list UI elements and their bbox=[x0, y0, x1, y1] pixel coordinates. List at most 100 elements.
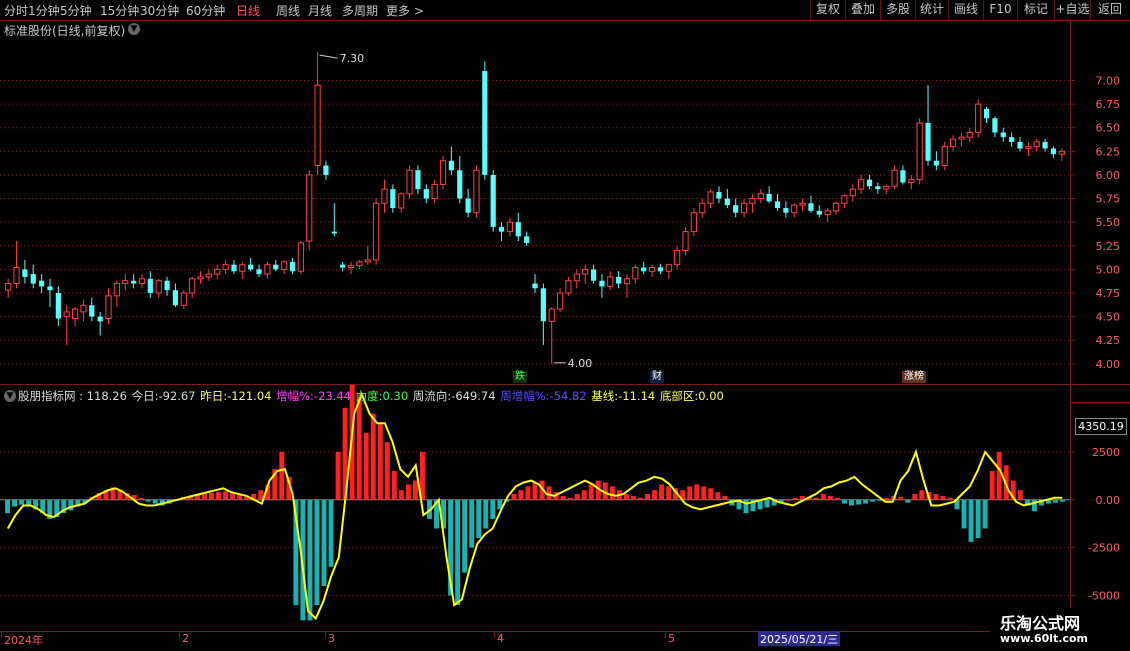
candle-body bbox=[548, 308, 555, 322]
indicator-bar bbox=[567, 497, 573, 500]
indicator-bar bbox=[623, 494, 629, 500]
candle-body bbox=[214, 268, 221, 275]
indicator-bar bbox=[490, 499, 496, 519]
candle-body bbox=[556, 292, 564, 310]
indicator-bar bbox=[476, 499, 482, 539]
candle-body bbox=[799, 202, 806, 206]
indicator-bar bbox=[384, 442, 390, 500]
indicator-bar bbox=[377, 423, 383, 500]
indicator-bar bbox=[398, 490, 404, 500]
indicator-bar bbox=[940, 495, 946, 500]
event-tag[interactable]: 涨榜 bbox=[902, 371, 926, 383]
candle-body bbox=[506, 221, 514, 233]
date-tick bbox=[665, 632, 666, 638]
candle-body bbox=[55, 293, 61, 319]
chevron-down-icon[interactable]: ▼ bbox=[4, 390, 16, 402]
indicator-bar bbox=[469, 499, 475, 548]
candle-body bbox=[364, 259, 371, 263]
candle-body bbox=[783, 208, 789, 213]
candle-body bbox=[289, 261, 296, 272]
indicator-axis-label: 2500 bbox=[1092, 446, 1120, 459]
kline-chart[interactable]: 7.00 6.75 6.50 6.25 6.00 5.75 5.50 5.25 5.00 4.75… bbox=[0, 0, 1130, 650]
indicator-bar bbox=[356, 394, 362, 500]
indicator-bar bbox=[532, 482, 538, 500]
candle-body bbox=[323, 165, 329, 175]
price-axis-label: 6.50 bbox=[1096, 122, 1121, 135]
candle-body bbox=[849, 188, 856, 197]
candle-body bbox=[415, 170, 421, 190]
candle-body bbox=[473, 169, 480, 214]
candle-body bbox=[13, 267, 20, 285]
candle-body bbox=[347, 265, 355, 269]
candle-body bbox=[891, 169, 898, 187]
indicator-bar bbox=[645, 494, 650, 500]
candle-body bbox=[180, 292, 187, 306]
candle-body bbox=[875, 186, 881, 190]
indicator-bar bbox=[975, 499, 981, 539]
date-axis: 2024年 2 3 4 5 bbox=[0, 631, 1070, 651]
indicator-bar bbox=[792, 497, 798, 500]
indicator-item-3: 力度:0.30 bbox=[355, 389, 412, 403]
indicator-axis-label: -2500 bbox=[1088, 542, 1120, 555]
candle-body bbox=[273, 264, 279, 270]
candle-body bbox=[925, 123, 931, 161]
candle-body bbox=[975, 103, 982, 133]
date-label: 2 bbox=[182, 632, 189, 645]
candle-body bbox=[1050, 148, 1057, 155]
indicator-bar bbox=[328, 499, 334, 567]
event-tag[interactable]: 跌 bbox=[513, 371, 527, 383]
indicator-bar bbox=[898, 496, 904, 500]
indicator-bar bbox=[884, 497, 890, 500]
candle-body bbox=[866, 179, 873, 187]
date-label: 2024年 bbox=[4, 634, 43, 647]
indicator-bar bbox=[996, 451, 1002, 500]
candle-body bbox=[958, 136, 965, 140]
candle-body bbox=[63, 311, 70, 318]
indicator-bar bbox=[1060, 499, 1065, 502]
indicator-bar bbox=[961, 499, 967, 529]
price-axis-label: 4.00 bbox=[1096, 358, 1121, 371]
candle-body bbox=[465, 198, 471, 213]
candle-body bbox=[406, 169, 413, 195]
indicator-bar bbox=[813, 497, 819, 500]
high-marker-line bbox=[319, 54, 338, 59]
candle-body bbox=[766, 193, 772, 202]
indicator-line bbox=[6, 391, 1063, 621]
indicator-bar bbox=[314, 499, 320, 606]
indicator-bar bbox=[138, 497, 144, 500]
candle-body bbox=[757, 193, 764, 200]
candle-body bbox=[883, 185, 890, 190]
candle-body bbox=[716, 191, 722, 199]
indicator-bar bbox=[856, 499, 861, 505]
candle-body bbox=[490, 174, 496, 227]
price-axis-label: 4.75 bbox=[1096, 287, 1121, 300]
indicator-bar bbox=[5, 499, 10, 514]
candle-body bbox=[733, 205, 739, 213]
candle-body bbox=[966, 131, 973, 138]
candle-body bbox=[532, 283, 538, 289]
candle-body bbox=[816, 210, 822, 215]
indicator-item-0: 今日:-92.67 bbox=[131, 389, 200, 403]
candle-body bbox=[1033, 141, 1040, 148]
candle-body bbox=[113, 283, 120, 297]
indicator-bar bbox=[968, 499, 974, 542]
candle-body bbox=[105, 295, 112, 320]
event-tag[interactable]: 财 bbox=[650, 371, 664, 383]
candle-body bbox=[457, 170, 463, 199]
candle-body bbox=[682, 231, 689, 252]
price-axis-label: 6.00 bbox=[1096, 169, 1121, 182]
candle-body bbox=[89, 305, 95, 317]
candle-body bbox=[1058, 150, 1065, 155]
indicator-item-2: 增幅%:-23.44 bbox=[276, 389, 355, 403]
date-label: 3 bbox=[328, 632, 335, 645]
candle-body bbox=[439, 160, 447, 185]
indicator-bar bbox=[631, 495, 636, 500]
indicator-bar bbox=[279, 451, 285, 500]
date-tick bbox=[494, 632, 495, 638]
indicator-bar bbox=[483, 499, 489, 529]
indicator-bar bbox=[1017, 490, 1023, 500]
cursor-value-label: 4350.19 bbox=[1075, 418, 1127, 435]
candle-body bbox=[164, 280, 170, 291]
candle-body bbox=[565, 280, 572, 294]
indicator-bar bbox=[912, 494, 918, 500]
